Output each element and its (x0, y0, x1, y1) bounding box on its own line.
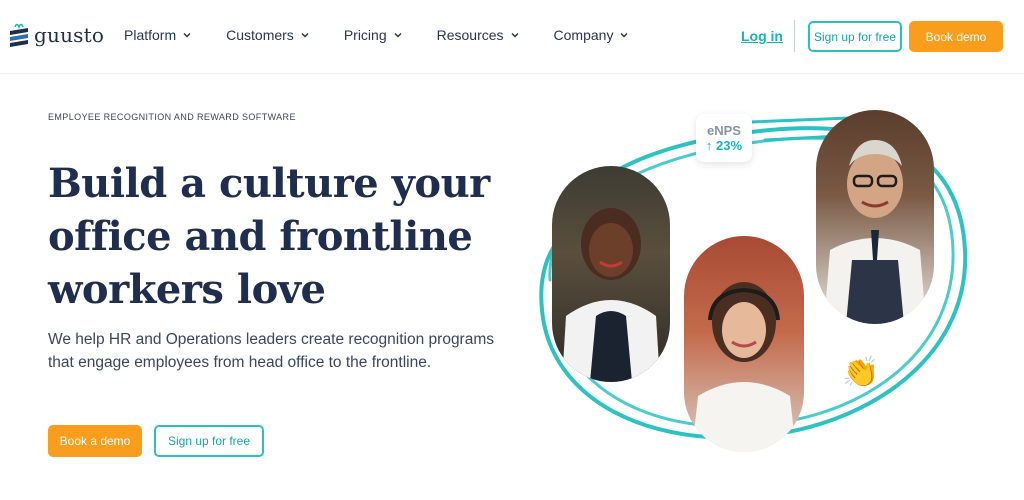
nav-book-demo-button[interactable]: Book demo (909, 21, 1003, 52)
menu-item-resources[interactable]: Resources (437, 27, 520, 43)
person-silhouette-icon (692, 282, 796, 452)
enps-label: eNPS (707, 123, 741, 138)
menu-item-label: Customers (226, 27, 294, 43)
photo-support-agent (684, 236, 804, 452)
chevron-down-icon (511, 32, 519, 38)
person-silhouette-icon (562, 208, 660, 382)
chevron-down-icon (620, 32, 628, 38)
chevron-down-icon (301, 32, 309, 38)
menu-item-company[interactable]: Company (554, 27, 630, 43)
hero-illustration: eNPS ↑ 23% 👏 (520, 100, 1000, 470)
gift-stack-icon (10, 23, 28, 47)
chevron-down-icon (183, 32, 191, 38)
clapping-hands-icon: 👏 (842, 356, 880, 389)
menu-item-pricing[interactable]: Pricing (344, 27, 403, 43)
person-silhouette-icon (824, 140, 926, 324)
menu-item-customers[interactable]: Customers (226, 27, 310, 43)
logo-text: guusto (34, 23, 105, 47)
menu-item-platform[interactable]: Platform (124, 27, 192, 43)
hero-eyebrow: EMPLOYEE RECOGNITION AND REWARD SOFTWARE (48, 112, 296, 122)
menu-item-label: Resources (436, 27, 504, 43)
main-menu: Platform Customers Pricing Resources Com… (124, 27, 663, 43)
top-nav: guusto Platform Customers Pricing Resour… (0, 0, 1024, 74)
menu-item-label: Platform (124, 27, 177, 43)
hero-subheadline: We help HR and Operations leaders create… (48, 331, 495, 371)
nav-divider (794, 20, 795, 52)
photo-restaurant-worker (816, 110, 934, 324)
photo-healthcare-worker (552, 166, 670, 382)
enps-stat-card: eNPS ↑ 23% (696, 114, 752, 162)
hero-signup-button[interactable]: Sign up for free (154, 425, 264, 457)
menu-item-label: Company (553, 27, 614, 43)
nav-signup-button[interactable]: Sign up for free (808, 21, 902, 52)
chevron-down-icon (394, 32, 402, 38)
hero-book-demo-button[interactable]: Book a demo (48, 425, 142, 457)
enps-value: ↑ 23% (705, 138, 743, 153)
hero-headline: Build a culture your office and frontlin… (48, 160, 490, 313)
login-link[interactable]: Log in (741, 28, 783, 44)
logo[interactable]: guusto (8, 22, 104, 48)
menu-item-label: Pricing (343, 27, 387, 43)
